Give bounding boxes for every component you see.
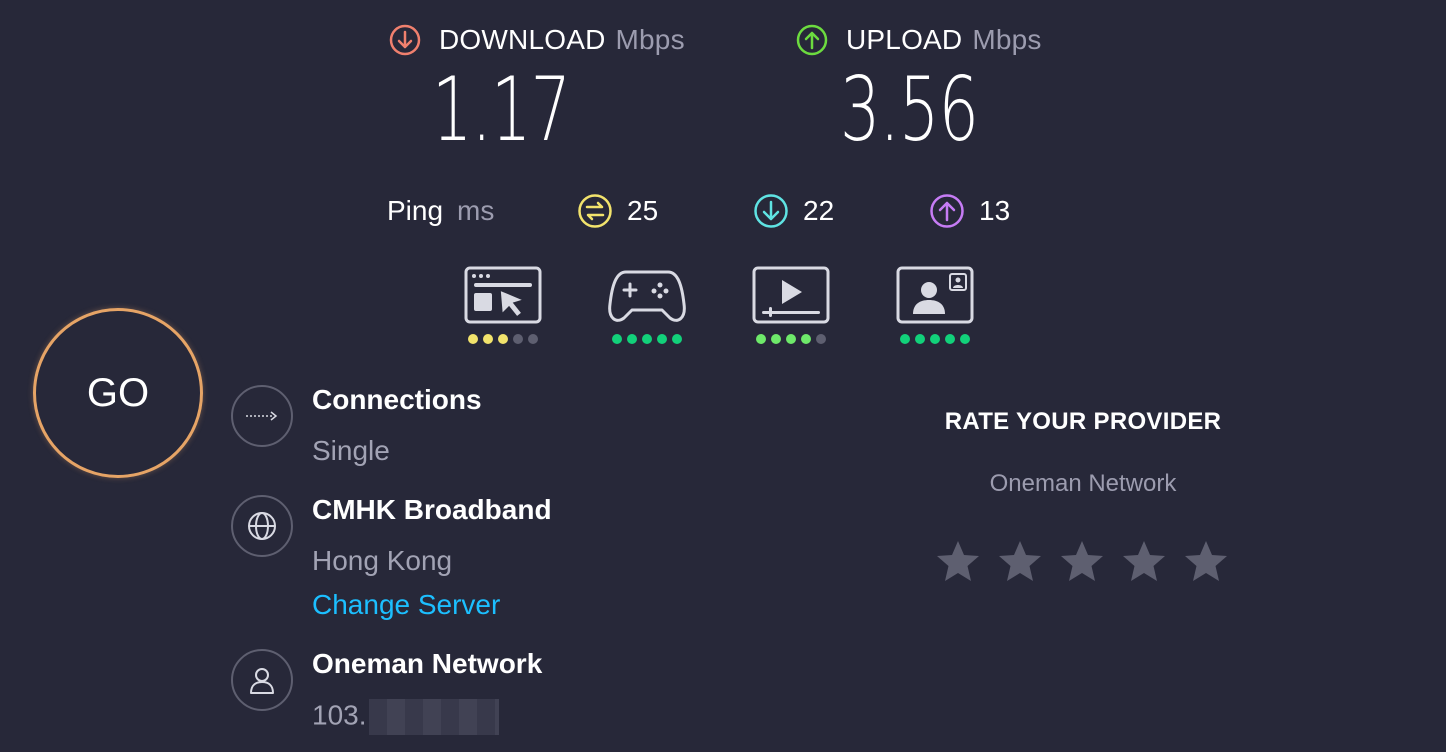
globe-icon bbox=[248, 512, 276, 540]
server-location: Hong Kong bbox=[312, 545, 453, 576]
quality-video-streaming bbox=[751, 266, 831, 344]
user-icon bbox=[250, 668, 274, 694]
upload-header: UPLOAD Mbps bbox=[796, 24, 1042, 56]
rating-dot bbox=[642, 334, 652, 344]
change-server-link[interactable]: Change Server bbox=[312, 589, 500, 621]
rating-dot bbox=[786, 334, 796, 344]
rating-dot bbox=[801, 334, 811, 344]
quality-gaming bbox=[607, 266, 687, 344]
rating-dot bbox=[612, 334, 622, 344]
ping-download: 22 bbox=[753, 193, 834, 229]
connections-value[interactable]: Single bbox=[312, 435, 390, 467]
rating-dot bbox=[483, 334, 493, 344]
web-browsing-icon bbox=[464, 266, 542, 324]
provider-ip-prefix: 103. bbox=[312, 699, 367, 731]
rating-dot bbox=[756, 334, 766, 344]
web-browsing-rating bbox=[463, 334, 543, 344]
rating-dot bbox=[900, 334, 910, 344]
ping-download-value: 22 bbox=[803, 195, 835, 226]
ping-unit: ms bbox=[457, 195, 495, 226]
server-name: CMHK Broadband bbox=[312, 494, 552, 525]
upload-unit: Mbps bbox=[972, 24, 1042, 55]
connections-arrow-icon bbox=[246, 411, 278, 421]
provider-icon-wrap bbox=[231, 649, 293, 711]
rating-dot bbox=[528, 334, 538, 344]
video-streaming-rating bbox=[751, 334, 831, 344]
rating-dot bbox=[915, 334, 925, 344]
provider-ip: 103. bbox=[312, 699, 499, 735]
rating-dot bbox=[468, 334, 478, 344]
download-value: 1.17 bbox=[432, 58, 571, 161]
star-icon[interactable] bbox=[996, 536, 1044, 588]
star-icon[interactable] bbox=[1182, 536, 1230, 588]
ping-idle-value: 25 bbox=[627, 195, 659, 226]
ping-upload: 13 bbox=[929, 193, 1010, 229]
download-unit: Mbps bbox=[615, 24, 685, 55]
ping-upload-value: 13 bbox=[979, 195, 1011, 226]
connections-icon-wrap[interactable] bbox=[231, 385, 293, 447]
quality-web-browsing bbox=[463, 266, 543, 344]
server-icon-wrap bbox=[231, 495, 293, 557]
arrow-down-circle-icon bbox=[389, 24, 421, 56]
video-streaming-icon bbox=[752, 266, 830, 324]
rating-stars bbox=[934, 536, 1230, 588]
rating-dot bbox=[816, 334, 826, 344]
star-icon[interactable] bbox=[934, 536, 982, 588]
ping-download-icon bbox=[754, 194, 788, 228]
rating-dot bbox=[945, 334, 955, 344]
rating-dot bbox=[960, 334, 970, 344]
gaming-icon bbox=[608, 270, 686, 322]
quality-video-chat bbox=[895, 266, 975, 344]
rating-dot bbox=[627, 334, 637, 344]
rating-dot bbox=[657, 334, 667, 344]
upload-label: UPLOAD bbox=[846, 24, 963, 55]
rating-dot bbox=[771, 334, 781, 344]
rating-dot bbox=[930, 334, 940, 344]
ping-label-group: Ping ms bbox=[387, 195, 494, 227]
download-label: DOWNLOAD bbox=[439, 24, 606, 55]
rate-provider-name: Oneman Network bbox=[989, 470, 1177, 497]
arrow-up-circle-icon bbox=[796, 24, 828, 56]
connections-title: Connections bbox=[312, 384, 482, 415]
video-chat-rating bbox=[895, 334, 975, 344]
provider-name: Oneman Network bbox=[312, 648, 543, 679]
rate-provider-title: RATE YOUR PROVIDER bbox=[944, 408, 1222, 435]
ping-label: Ping bbox=[387, 195, 444, 226]
ping-idle: 25 bbox=[577, 193, 658, 229]
video-chat-icon bbox=[896, 266, 974, 324]
upload-value: 3.56 bbox=[840, 58, 979, 161]
go-button[interactable]: GO bbox=[33, 308, 203, 478]
ip-redaction bbox=[368, 699, 499, 735]
star-icon[interactable] bbox=[1058, 536, 1106, 588]
ping-upload-icon bbox=[930, 194, 964, 228]
rating-dot bbox=[498, 334, 508, 344]
download-header: DOWNLOAD Mbps bbox=[389, 24, 685, 56]
ping-idle-icon bbox=[578, 194, 612, 228]
rating-dot bbox=[513, 334, 523, 344]
star-icon[interactable] bbox=[1120, 536, 1168, 588]
rating-dot bbox=[672, 334, 682, 344]
gaming-rating bbox=[607, 334, 687, 344]
